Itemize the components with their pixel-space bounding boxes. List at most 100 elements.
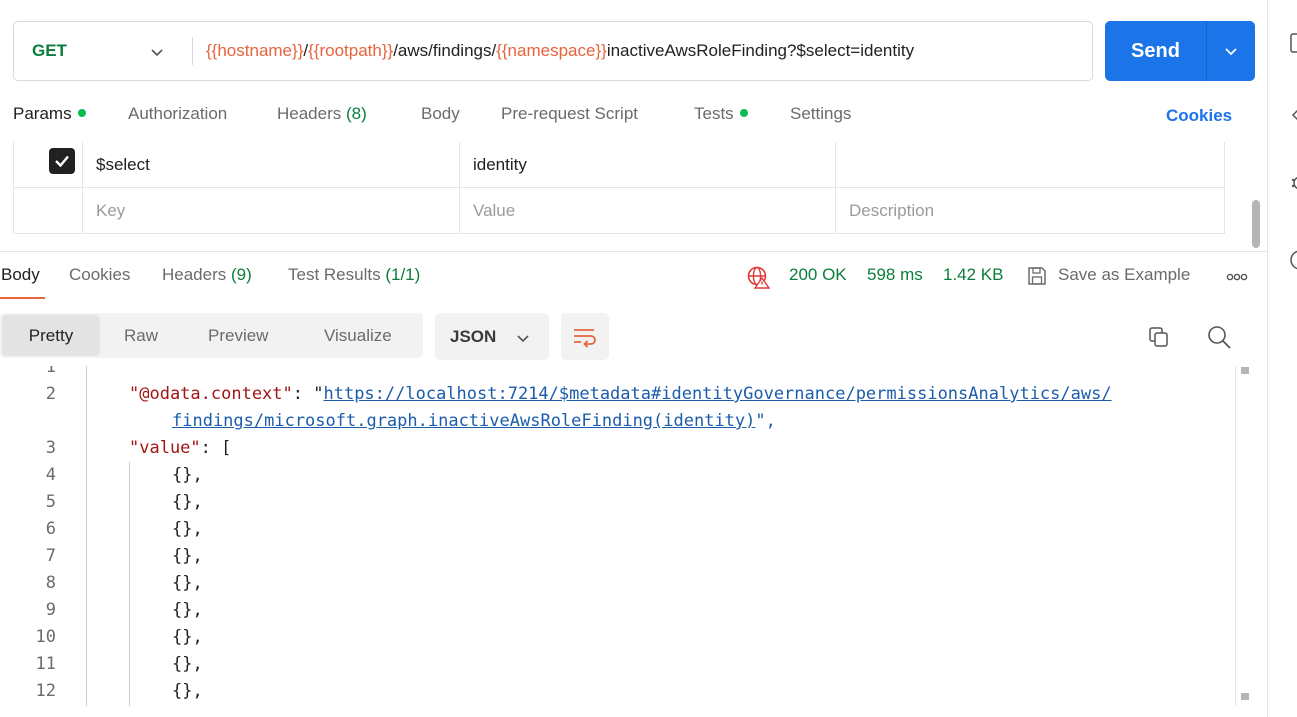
- indent-guide: [129, 462, 130, 706]
- info-icon[interactable]: [1290, 248, 1297, 277]
- tab-body[interactable]: Body: [421, 104, 460, 124]
- url-variable: {{namespace}}: [496, 41, 607, 60]
- cookies-link[interactable]: Cookies: [1166, 106, 1232, 126]
- pane-divider[interactable]: [0, 251, 1267, 252]
- line-number: 10: [35, 627, 56, 647]
- response-size[interactable]: 1.42 KB: [943, 265, 1004, 285]
- param-enabled-checkbox[interactable]: [49, 148, 75, 174]
- line-number: 12: [35, 681, 56, 701]
- method-label: GET: [32, 41, 67, 60]
- odata-context-link-cont[interactable]: findings/microsoft.graph.inactiveAwsRole…: [172, 411, 755, 431]
- view-preview-button[interactable]: Preview: [208, 313, 268, 358]
- view-mode-switch: Pretty Raw Preview Visualize: [0, 313, 423, 358]
- response-time[interactable]: 598 ms: [867, 265, 923, 285]
- tab-params[interactable]: Params: [13, 104, 86, 124]
- new-description-field[interactable]: Description: [849, 188, 934, 234]
- code-line: {},: [172, 492, 203, 512]
- tab-headers[interactable]: Headers (8): [277, 104, 367, 124]
- new-key-field[interactable]: Key: [96, 188, 125, 234]
- send-button[interactable]: Send: [1105, 21, 1255, 81]
- line-number: 9: [45, 600, 56, 620]
- check-icon: [55, 155, 69, 168]
- scroll-up-icon[interactable]: [1241, 367, 1249, 374]
- view-raw-button[interactable]: Raw: [124, 313, 158, 358]
- save-as-example-button[interactable]: Save as Example: [1058, 265, 1190, 285]
- tab-prerequest-script[interactable]: Pre-request Script: [501, 104, 638, 124]
- active-tab-underline: [0, 297, 45, 299]
- code-line: "value": [: [129, 438, 231, 458]
- code-icon[interactable]: [1290, 106, 1297, 129]
- tab-test-results-label: Test Results: [288, 265, 381, 284]
- url-variable: {{rootpath}}: [308, 41, 394, 60]
- code-line: {},: [172, 600, 203, 620]
- wrap-lines-icon: [574, 328, 596, 348]
- json-key: "@odata.context": [129, 384, 293, 404]
- tab-test-results-count: (1/1): [385, 265, 421, 284]
- tab-tests[interactable]: Tests: [694, 104, 748, 124]
- view-visualize-button[interactable]: Visualize: [324, 313, 392, 358]
- search-icon[interactable]: [1205, 323, 1233, 351]
- json-punct: ",: [755, 411, 776, 431]
- chevron-down-icon: [149, 44, 165, 65]
- url-segment: /aws/findings/: [393, 41, 497, 60]
- status-code[interactable]: 200 OK: [789, 265, 847, 285]
- view-pretty-button[interactable]: Pretty: [2, 315, 100, 356]
- tab-response-cookies[interactable]: Cookies: [69, 265, 130, 285]
- param-key[interactable]: $select: [96, 142, 150, 187]
- code-line: findings/microsoft.graph.inactiveAwsRole…: [172, 411, 776, 431]
- line-number: 7: [45, 546, 56, 566]
- new-value-field[interactable]: Value: [473, 188, 515, 234]
- line-number: 5: [45, 492, 56, 512]
- line-number: 4: [45, 465, 56, 485]
- line-number: 8: [45, 573, 56, 593]
- json-key: "value": [129, 438, 201, 458]
- scroll-down-icon[interactable]: [1241, 693, 1249, 700]
- code-line: {},: [172, 519, 203, 539]
- param-value[interactable]: identity: [473, 142, 527, 187]
- tab-authorization[interactable]: Authorization: [128, 104, 227, 124]
- code-line: {},: [172, 573, 203, 593]
- tab-response-headers[interactable]: Headers (9): [162, 265, 252, 285]
- table-row: $select identity: [14, 142, 1224, 188]
- url-input[interactable]: {{hostname}}/{{rootpath}}/aws/findings/{…: [193, 41, 914, 61]
- code-line: {},: [172, 681, 203, 701]
- documentation-icon[interactable]: [1290, 32, 1297, 59]
- tab-params-label: Params: [13, 104, 72, 123]
- url-variable: {{hostname}}: [206, 41, 304, 60]
- odata-context-link[interactable]: https://localhost:7214/$metadata#identit…: [323, 384, 1111, 404]
- params-indicator-dot: [77, 109, 86, 117]
- table-row-new: Key Value Description: [14, 188, 1224, 234]
- scrollbar-thumb[interactable]: [1252, 200, 1260, 248]
- tab-response-headers-count: (9): [231, 265, 252, 284]
- editor-scrollbar[interactable]: [1235, 366, 1236, 706]
- method-select[interactable]: GET: [14, 22, 192, 80]
- params-table: $select identity Key Value Description: [13, 142, 1225, 234]
- tab-headers-label: Headers: [277, 104, 342, 123]
- wrap-lines-button[interactable]: [561, 313, 609, 360]
- url-bar: GET {{hostname}}/{{rootpath}}/aws/findin…: [13, 21, 1093, 81]
- line-number: 3: [45, 438, 56, 458]
- indent-guide: [86, 366, 87, 706]
- code-line: "@odata.context": "https://localhost:721…: [129, 384, 1112, 404]
- format-select[interactable]: JSON: [435, 313, 549, 360]
- chevron-down-icon: [515, 330, 531, 351]
- more-options-icon[interactable]: [1225, 269, 1249, 285]
- json-punct: : ": [292, 384, 324, 404]
- tab-test-results[interactable]: Test Results (1/1): [288, 265, 420, 285]
- line-number: 2: [45, 384, 56, 404]
- tab-settings[interactable]: Settings: [790, 104, 851, 124]
- comments-icon[interactable]: [1290, 174, 1297, 197]
- save-icon[interactable]: [1025, 264, 1049, 288]
- format-label: JSON: [450, 326, 497, 346]
- globe-warning-icon[interactable]: [746, 265, 770, 289]
- code-line: {},: [172, 654, 203, 674]
- tab-response-body[interactable]: Body: [1, 265, 40, 285]
- line-number: 1: [45, 366, 56, 377]
- response-body-editor[interactable]: 1 2 3 4 5 6 7 8 9 10 11 12 "@odata.conte…: [0, 366, 1235, 706]
- copy-icon[interactable]: [1146, 324, 1172, 350]
- line-number: 11: [35, 654, 56, 674]
- send-options-chevron-icon[interactable]: [1207, 43, 1255, 59]
- code-line: {},: [172, 627, 203, 647]
- code-line: {},: [172, 546, 203, 566]
- tab-response-headers-label: Headers: [162, 265, 227, 284]
